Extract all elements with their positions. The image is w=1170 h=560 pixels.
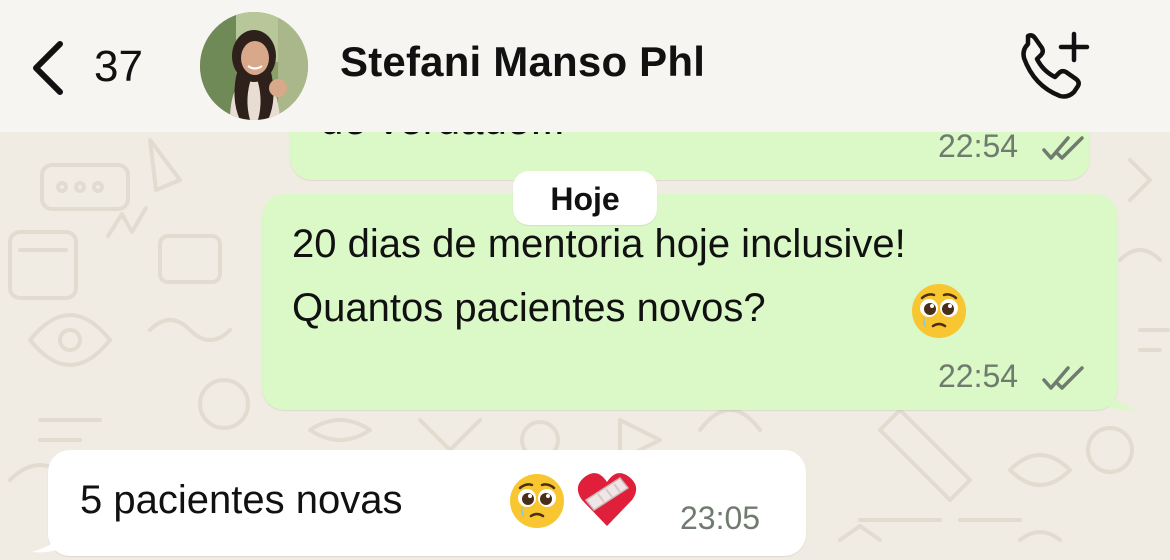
message-text: 5 pacientes novas	[80, 478, 403, 522]
mending-heart-emoji	[577, 473, 637, 526]
contact-avatar[interactable]	[200, 12, 308, 120]
double-check-icon	[1042, 366, 1084, 390]
message-bubble-incoming[interactable]: 5 pacientes novas 23:05	[32, 450, 806, 556]
chat-header: 37 Stefani Manso Phl	[0, 0, 1170, 132]
add-call-icon	[1021, 31, 1090, 99]
message-time: 22:54	[938, 128, 1019, 164]
contact-name[interactable]: Stefani Manso Phl	[340, 38, 705, 86]
double-check-icon	[1042, 136, 1084, 160]
message-time: 23:05	[680, 500, 761, 536]
message-text-line2: Quantos pacientes novos?	[292, 286, 766, 330]
pleading-face-emoji	[510, 474, 564, 528]
pleading-face-emoji	[912, 284, 966, 338]
bubble-tail	[1102, 384, 1138, 411]
unread-count: 37	[94, 42, 143, 91]
back-button[interactable]: 37	[22, 36, 162, 96]
message-bubble-outgoing[interactable]: 20 dias de mentoria hoje inclusive! Quan…	[262, 194, 1138, 411]
date-divider: Hoje	[513, 171, 657, 225]
message-time: 22:54	[938, 358, 1019, 394]
chevron-left-icon	[33, 41, 63, 95]
call-button[interactable]	[1018, 30, 1094, 102]
bubble-tail	[32, 526, 68, 553]
